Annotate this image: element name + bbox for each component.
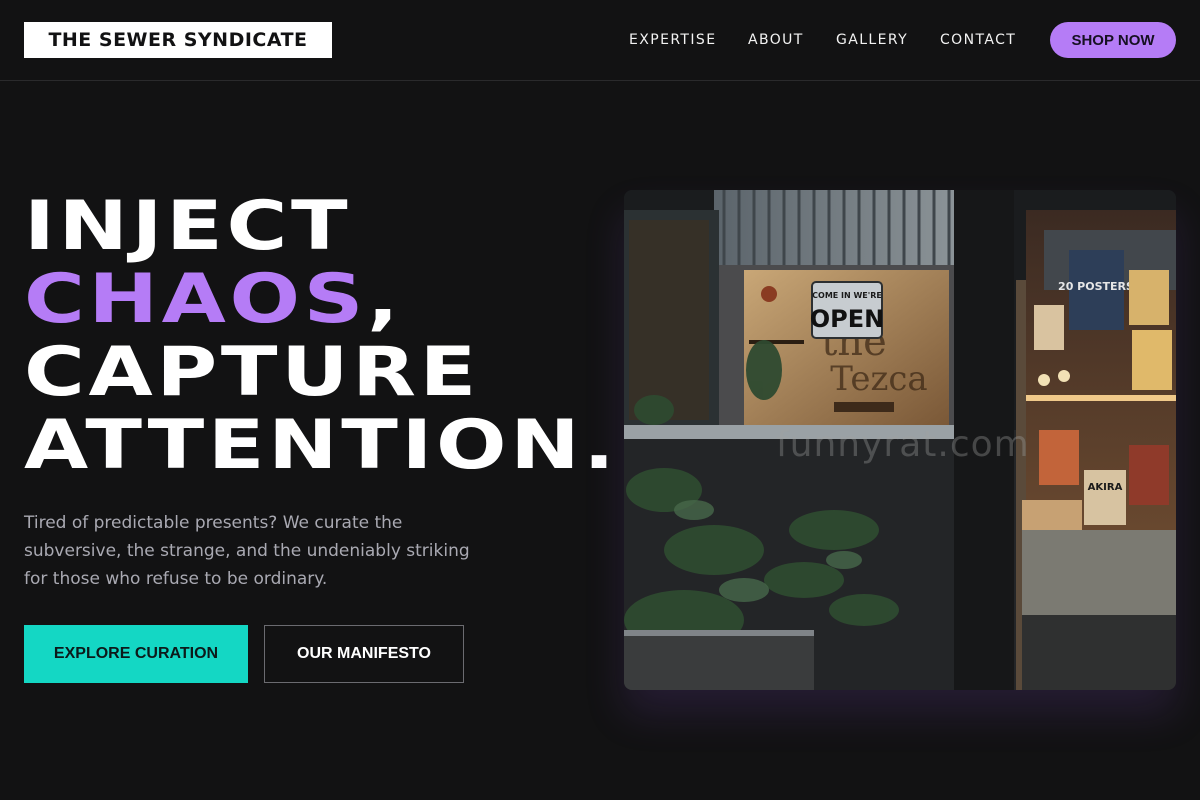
nav-link-contact[interactable]: CONTACT	[940, 30, 1016, 50]
hero-subtitle: Tired of predictable presents? We curate…	[24, 513, 470, 589]
hero-headline: INJECT CHAOS, CAPTURE ATTENTION.	[24, 190, 615, 482]
nav-link-expertise[interactable]: EXPERTISE	[629, 30, 716, 50]
watermark-text: funnyrat.com	[776, 424, 1030, 465]
poster-text: 20 POSTERS	[1058, 280, 1134, 293]
explore-curation-button[interactable]: EXPLORE CURATION	[24, 625, 248, 683]
our-manifesto-button[interactable]: OUR MANIFESTO	[264, 625, 464, 683]
headline-accent: CHAOS	[24, 260, 368, 339]
shop-now-button[interactable]: SHOP NOW	[1050, 22, 1176, 58]
poster-text-akira: AKIRA	[1088, 482, 1123, 493]
nav-link-about[interactable]: ABOUT	[748, 30, 804, 50]
nav-link-gallery[interactable]: GALLERY	[836, 30, 908, 50]
open-sign-top-text: COME IN WE'RE	[812, 291, 882, 300]
brand-logo[interactable]: THE SEWER SYNDICATE	[24, 22, 332, 58]
svg-text:Tezca: Tezca	[830, 359, 927, 399]
top-navigation: THE SEWER SYNDICATE EXPERTISE ABOUT GALL…	[0, 0, 1200, 81]
open-sign-text: OPEN	[810, 305, 884, 333]
open-sign: COME IN WE'RE OPEN	[810, 281, 884, 339]
headline-accent-suffix: ,	[367, 260, 403, 339]
